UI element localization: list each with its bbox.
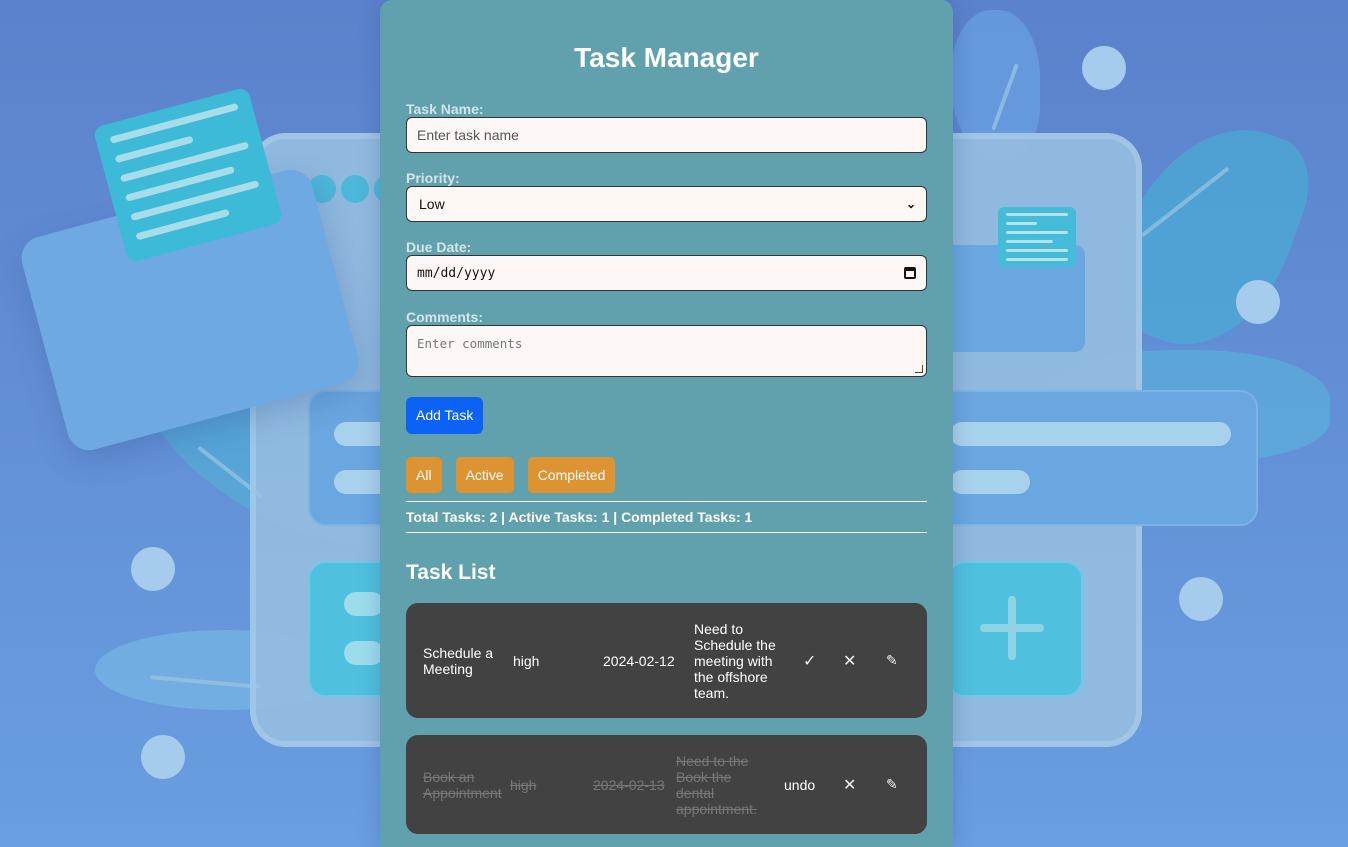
comments-group: Comments: Enter comments: [406, 309, 927, 377]
filter-completed-button[interactable]: Completed: [527, 457, 616, 493]
task-name: Book an Appointment: [423, 768, 502, 801]
task-name-placeholder: Enter task name: [417, 127, 519, 143]
task-comments: Need to the Book the dental appointment.: [676, 752, 757, 817]
filter-active-button[interactable]: Active: [455, 457, 514, 493]
filter-all-button[interactable]: All: [406, 457, 442, 493]
task-row: Schedule a Meeting high 2024-02-12 Need …: [406, 603, 927, 718]
background-circle: [131, 547, 175, 591]
chevron-down-icon: ⌄: [905, 197, 916, 211]
check-icon[interactable]: ✓: [803, 651, 816, 671]
priority-group: Priority: Low ⌄: [406, 170, 927, 222]
comments-textarea[interactable]: Enter comments: [406, 325, 927, 377]
background-dot: [341, 175, 369, 203]
comments-label: Comments:: [406, 309, 484, 325]
add-task-button[interactable]: Add Task: [406, 397, 484, 434]
filter-bar: All Active Completed: [406, 457, 927, 493]
calendar-icon[interactable]: [904, 267, 916, 279]
task-name: Schedule a Meeting: [423, 644, 494, 677]
due-date-placeholder: mm/dd/yyyy: [417, 265, 496, 281]
task-priority: high: [513, 652, 540, 669]
task-due-date: 2024-02-12: [603, 652, 675, 669]
task-row: Book an Appointment high 2024-02-13 Need…: [406, 735, 927, 834]
pencil-icon[interactable]: ✎: [886, 776, 898, 793]
priority-value: Low: [419, 196, 445, 212]
task-name-label: Task Name:: [406, 101, 484, 117]
task-manager-card: Task Manager Task Name: Enter task name …: [380, 0, 953, 847]
background-bar: [344, 641, 384, 665]
task-due-date: 2024-02-13: [593, 776, 665, 793]
pencil-icon[interactable]: ✎: [886, 652, 898, 669]
task-name-input[interactable]: Enter task name: [406, 117, 927, 153]
close-icon[interactable]: ✕: [843, 775, 856, 795]
undo-button[interactable]: undo: [784, 777, 815, 793]
document-illustration: [998, 207, 1076, 267]
close-icon[interactable]: ✕: [843, 651, 856, 671]
due-date-group: Due Date: mm/dd/yyyy: [406, 239, 927, 291]
plus-icon: [1008, 596, 1016, 660]
background-bar: [344, 592, 384, 616]
comments-placeholder: Enter comments: [417, 336, 523, 351]
priority-select[interactable]: Low ⌄: [406, 186, 927, 222]
background-bar: [950, 422, 1231, 446]
background-circle: [1082, 46, 1126, 90]
task-stats: Total Tasks: 2 | Active Tasks: 1 | Compl…: [406, 501, 927, 533]
task-priority: high: [510, 776, 537, 793]
resize-handle-icon[interactable]: [915, 365, 923, 373]
task-name-group: Task Name: Enter task name: [406, 101, 927, 153]
due-date-input[interactable]: mm/dd/yyyy: [406, 255, 927, 291]
background-circle: [1236, 280, 1280, 324]
task-comments: Need to Schedule the meeting with the of…: [694, 620, 776, 701]
page-title: Task Manager: [574, 42, 759, 73]
due-date-label: Due Date:: [406, 239, 472, 255]
priority-label: Priority:: [406, 170, 460, 186]
background-circle: [1179, 577, 1223, 621]
task-list-title: Task List: [406, 561, 496, 584]
background-bar: [950, 470, 1030, 494]
background-circle: [141, 735, 185, 779]
